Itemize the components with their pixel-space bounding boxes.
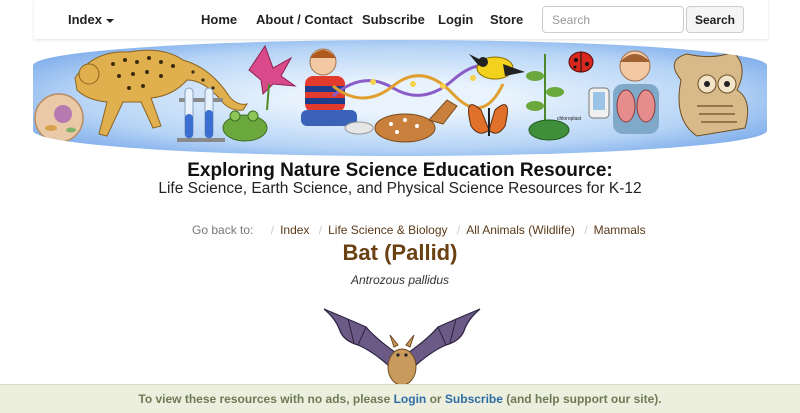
breadcrumb-index[interactable]: Index bbox=[280, 223, 309, 237]
ad-notice-text: To view these resources with no ads, ple… bbox=[138, 392, 394, 406]
nav-subscribe[interactable]: Subscribe bbox=[362, 12, 425, 27]
cheetah-illustration bbox=[74, 49, 249, 137]
breadcrumb: Go back to: / Index / Life Science & Biolo… bbox=[192, 223, 646, 237]
lily-flower-illustration bbox=[248, 44, 297, 111]
butterfly-illustration bbox=[468, 104, 508, 136]
ladybug-illustration bbox=[568, 51, 594, 73]
nav-about-contact[interactable]: About / Contact bbox=[256, 12, 353, 27]
index-dropdown[interactable]: Index bbox=[68, 12, 114, 27]
cell-illustration bbox=[34, 93, 84, 143]
lungs-boy-illustration bbox=[613, 50, 659, 134]
search-button[interactable]: Search bbox=[686, 6, 744, 33]
fawn-illustration bbox=[374, 99, 458, 143]
goldfinch-illustration bbox=[469, 54, 525, 80]
breadcrumb-mammals[interactable]: Mammals bbox=[594, 223, 646, 237]
chevron-down-icon bbox=[105, 18, 114, 23]
top-navbar: Index Home About / Contact Subscribe Log… bbox=[34, 0, 768, 39]
nav-store[interactable]: Store bbox=[490, 12, 523, 27]
scientific-name: Antrozous pallidus bbox=[350, 273, 450, 287]
ad-notice-text: (and help support our site). bbox=[502, 392, 662, 406]
breadcrumb-separator: / bbox=[270, 223, 275, 237]
search-input[interactable] bbox=[542, 6, 684, 33]
breadcrumb-separator: / bbox=[584, 223, 588, 237]
breadcrumb-life-science[interactable]: Life Science & Biology bbox=[328, 223, 447, 237]
owl-illustration bbox=[673, 51, 749, 137]
ad-subscribe-link[interactable]: Subscribe bbox=[445, 392, 503, 406]
nav-home[interactable]: Home bbox=[201, 12, 237, 27]
breadcrumb-prefix: Go back to: bbox=[192, 223, 254, 237]
bat-illustration bbox=[323, 308, 481, 385]
device-illustration bbox=[588, 87, 610, 119]
frog-illustration bbox=[222, 110, 268, 142]
site-title: Exploring Nature Science Education Resou… bbox=[187, 160, 613, 181]
breadcrumb-all-animals[interactable]: All Animals (Wildlife) bbox=[466, 223, 575, 237]
chloroplast-label: chloroplast bbox=[557, 116, 582, 122]
ad-login-link[interactable]: Login bbox=[394, 392, 427, 406]
breadcrumb-separator: / bbox=[456, 223, 461, 237]
ad-notice-text: or bbox=[426, 392, 445, 406]
banner-illustration: chloroplast bbox=[34, 44, 749, 143]
page-title: Bat (Pallid) bbox=[342, 240, 458, 265]
header-banner: chloroplast bbox=[33, 40, 767, 156]
nav-login[interactable]: Login bbox=[438, 12, 473, 27]
breadcrumb-separator: / bbox=[318, 223, 323, 237]
index-dropdown-label: Index bbox=[68, 12, 102, 27]
site-subtitle: Life Science, Earth Science, and Physica… bbox=[158, 180, 642, 197]
ad-free-notice: To view these resources with no ads, ple… bbox=[0, 384, 800, 413]
